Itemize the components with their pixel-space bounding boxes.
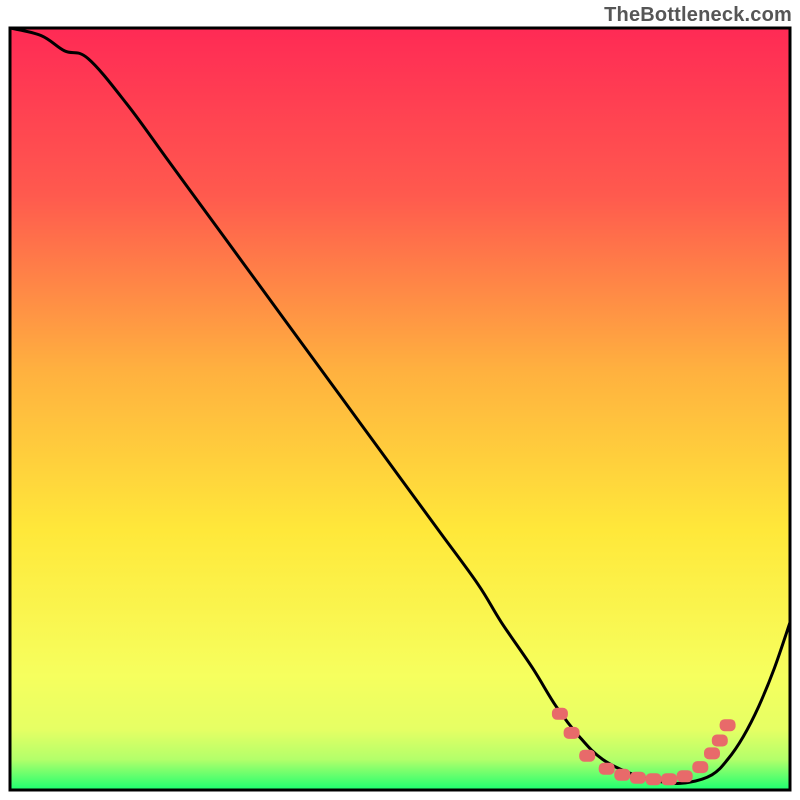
marker-dot	[599, 763, 615, 775]
attribution-label: TheBottleneck.com	[604, 4, 792, 27]
marker-dot	[720, 719, 736, 731]
marker-dot	[564, 727, 580, 739]
chart-container: TheBottleneck.com	[0, 0, 800, 800]
marker-dot	[614, 769, 630, 781]
marker-dot	[712, 735, 728, 747]
marker-dot	[579, 750, 595, 762]
marker-dot	[661, 773, 677, 785]
marker-dot	[677, 770, 693, 782]
marker-dot	[704, 747, 720, 759]
marker-dot	[646, 773, 662, 785]
plot-background	[10, 28, 790, 790]
marker-dot	[692, 761, 708, 773]
bottleneck-chart	[0, 0, 800, 800]
marker-dot	[630, 772, 646, 784]
marker-dot	[552, 708, 568, 720]
